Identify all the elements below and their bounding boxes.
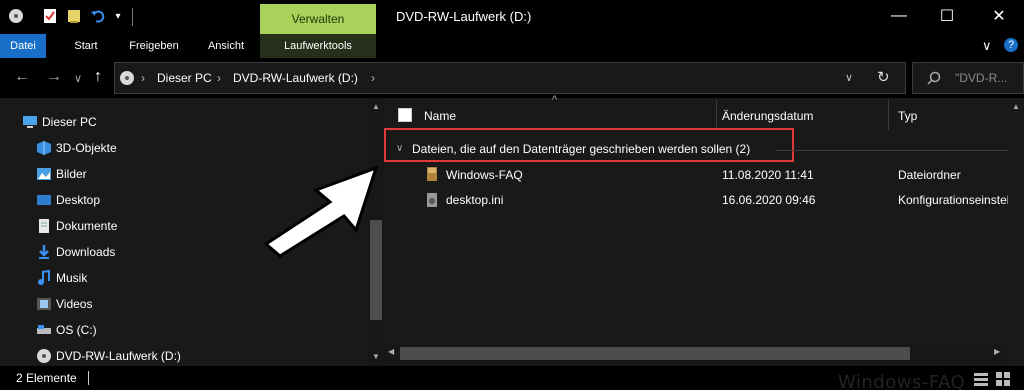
sidebar-item-label: Downloads	[56, 245, 116, 259]
column-divider[interactable]	[888, 100, 889, 130]
undo-icon[interactable]	[90, 8, 106, 24]
column-header-name[interactable]: Name	[424, 104, 456, 128]
select-all-checkbox[interactable]	[398, 108, 412, 122]
group-header[interactable]: Dateien, die auf den Datenträger geschri…	[412, 142, 750, 156]
watermark: Windows-FAQ	[838, 372, 966, 390]
dvd-drive-icon	[119, 70, 135, 89]
back-button[interactable]: ←	[14, 68, 30, 86]
title-bar: ▾ Verwalten DVD-RW-Laufwerk (D:) — ☐ ✕	[0, 0, 1024, 34]
ribbon-collapse-icon[interactable]: ∨	[982, 38, 992, 54]
tab-start[interactable]: Start	[60, 34, 112, 58]
scroll-right-icon[interactable]: ▶	[994, 347, 1000, 356]
documents-icon	[36, 218, 52, 234]
filelist-horizontal-scrollbar-thumb[interactable]	[400, 347, 910, 360]
annotation-arrow-icon	[263, 165, 379, 258]
ribbon-tab-bar: Datei Start Freigeben Ansicht Laufwerkto…	[0, 34, 1024, 58]
breadcrumb-separator: ›	[371, 71, 375, 85]
close-button[interactable]: ✕	[976, 0, 1022, 32]
large-icons-view-icon[interactable]	[996, 372, 1010, 389]
file-name[interactable]: Windows-FAQ	[446, 168, 523, 182]
tab-file[interactable]: Datei	[0, 34, 46, 58]
file-date: 11.08.2020 11:41	[722, 168, 814, 182]
search-box[interactable]: "DVD-R...	[912, 62, 1024, 94]
3d-objects-icon	[36, 140, 52, 156]
drive-icon	[36, 322, 52, 338]
window-title: DVD-RW-Laufwerk (D:)	[396, 9, 532, 24]
file-name[interactable]: desktop.ini	[446, 193, 503, 207]
breadcrumb-separator: ›	[217, 71, 221, 85]
settings-file-icon	[424, 192, 440, 211]
column-header-type[interactable]: Typ	[898, 104, 917, 128]
sidebar-item-label: 3D-Objekte	[56, 141, 117, 155]
breadcrumb-separator: ›	[141, 71, 145, 85]
filelist-vertical-scrollbar[interactable]: ▲	[1008, 98, 1024, 366]
music-icon	[36, 270, 52, 286]
file-type: Konfigurationseinstell...	[898, 193, 1023, 207]
qat-separator	[132, 8, 133, 26]
sidebar-item-os-c[interactable]: OS (C:)	[0, 318, 368, 342]
sidebar-item-label: OS (C:)	[56, 323, 97, 337]
scroll-down-icon[interactable]: ▼	[372, 352, 380, 361]
properties-icon[interactable]	[42, 8, 58, 24]
forward-button[interactable]: →	[46, 68, 62, 86]
customize-qat-icon[interactable]: ▾	[110, 8, 126, 24]
sidebar-item-3d-objects[interactable]: 3D-Objekte	[0, 136, 368, 160]
sidebar-item-label: Dokumente	[56, 219, 118, 233]
tab-view[interactable]: Ansicht	[196, 34, 256, 58]
up-button[interactable]: ↑	[94, 68, 102, 86]
scroll-up-icon[interactable]: ▲	[372, 102, 380, 111]
sidebar-item-this-pc[interactable]: Dieser PC	[0, 110, 368, 134]
folder-icon	[424, 166, 440, 185]
breadcrumb-this-pc[interactable]: Dieser PC	[157, 71, 212, 85]
sidebar-item-label: Videos	[56, 297, 93, 311]
breadcrumb-dvd-drive[interactable]: DVD-RW-Laufwerk (D:)	[233, 71, 358, 85]
sidebar-item-label: DVD-RW-Laufwerk (D:)	[56, 349, 181, 363]
sidebar-item-label: Dieser PC	[42, 115, 97, 129]
sidebar-item-music[interactable]: Musik	[0, 266, 368, 290]
address-dropdown-icon[interactable]: ∨	[845, 71, 853, 84]
search-placeholder: "DVD-R...	[955, 71, 1008, 85]
scroll-up-icon[interactable]: ▲	[1012, 102, 1020, 111]
item-count: 2 Elemente	[16, 371, 77, 385]
refresh-icon[interactable]: ↻	[877, 68, 890, 86]
file-date: 16.06.2020 09:46	[722, 193, 816, 207]
maximize-button[interactable]: ☐	[924, 0, 970, 32]
downloads-icon	[36, 244, 52, 260]
sidebar-item-videos[interactable]: Videos	[0, 292, 368, 316]
recent-locations-icon[interactable]: ∨	[74, 72, 82, 85]
sort-ascending-icon: ^	[552, 94, 558, 106]
computer-icon	[22, 114, 38, 130]
dvd-drive-icon	[36, 348, 52, 364]
file-type: Dateiordner	[898, 168, 961, 182]
sidebar-item-dvd-drive[interactable]: DVD-RW-Laufwerk (D:)	[0, 344, 368, 368]
column-divider[interactable]	[716, 100, 717, 130]
videos-icon	[36, 296, 52, 312]
tab-share[interactable]: Freigeben	[118, 34, 190, 58]
pictures-icon	[36, 166, 52, 182]
group-divider	[776, 150, 1024, 151]
tab-drive-tools[interactable]: Laufwerktools	[260, 34, 376, 58]
column-header-date[interactable]: Änderungsdatum	[722, 104, 813, 128]
status-separator	[88, 371, 89, 385]
help-icon[interactable]: ?	[1004, 38, 1018, 52]
sidebar-item-label: Bilder	[56, 167, 87, 181]
search-icon	[927, 71, 941, 88]
new-folder-icon[interactable]	[66, 8, 82, 24]
sidebar-item-label: Musik	[56, 271, 88, 285]
group-chevron-icon[interactable]: ∨	[396, 143, 403, 154]
context-tab-manage[interactable]: Verwalten	[260, 4, 376, 34]
details-view-icon[interactable]	[974, 372, 988, 389]
sidebar-item-label: Desktop	[56, 193, 101, 207]
desktop-icon	[36, 192, 52, 208]
dvd-drive-icon[interactable]	[8, 8, 24, 24]
address-bar[interactable]: › Dieser PC › DVD-RW-Laufwerk (D:) › ∨ ↻	[114, 62, 906, 94]
minimize-button[interactable]: —	[876, 0, 922, 32]
scroll-left-icon[interactable]: ◀	[388, 347, 394, 356]
